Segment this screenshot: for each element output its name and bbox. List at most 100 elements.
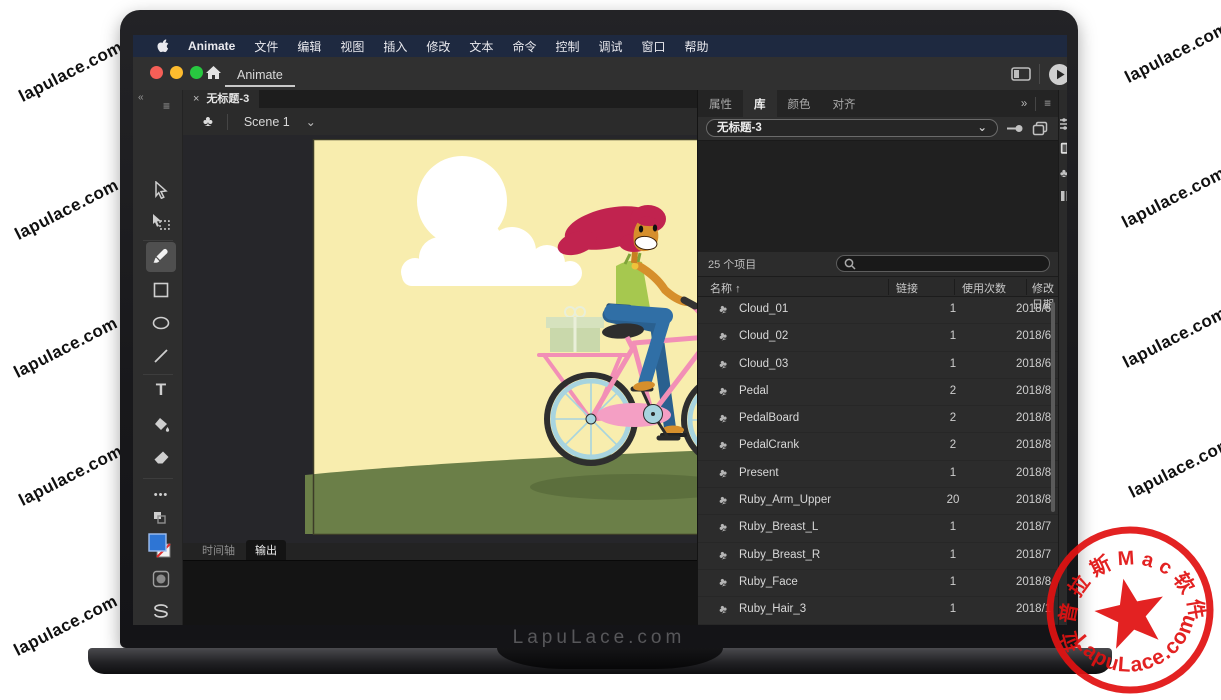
rectangle-tool[interactable]	[146, 275, 176, 305]
column-divider[interactable]	[888, 279, 889, 295]
panel-tab-0[interactable]: 属性	[698, 90, 743, 117]
library-item-row[interactable]: ♣Cloud_0112018/6	[698, 297, 1059, 324]
library-item-row[interactable]: ♣Cloud_0212018/6	[698, 324, 1059, 351]
fill-color-chip[interactable]	[146, 530, 176, 562]
menu-animate[interactable]: Animate	[188, 39, 235, 53]
toolbar-divider	[1039, 64, 1040, 84]
library-item-row[interactable]: ♣Cloud_0312018/6	[698, 352, 1059, 379]
macbook-screen: Animate 文件 编辑 视图 插入 修改 文本 命令 控制 调试 窗口 帮助 Animate ×…	[133, 35, 1067, 625]
library-item-row[interactable]: ♣Ruby_Arm_Upper202018/8	[698, 488, 1059, 515]
text-tool[interactable]: T	[146, 375, 176, 405]
library-scrollbar-thumb[interactable]	[1051, 302, 1055, 512]
library-item-row[interactable]: ♣PedalCrank22018/8	[698, 433, 1059, 460]
menu-item-8[interactable]: 调试	[598, 38, 622, 55]
column-use-count[interactable]: 使用次数	[962, 280, 1006, 296]
item-use-count: 1	[938, 576, 968, 588]
stamp-star-icon	[1089, 571, 1171, 651]
menu-item-1[interactable]: 编辑	[297, 38, 321, 55]
item-use-count: 1	[938, 549, 968, 561]
graphic-symbol-icon: ♣	[717, 301, 729, 317]
panel-tab-2[interactable]: 颜色	[777, 90, 822, 117]
library-item-row[interactable]: ♣Present12018/8	[698, 461, 1059, 488]
library-item-row[interactable]: ♣Pedal22018/8	[698, 379, 1059, 406]
item-name: Ruby_Arm_Upper	[739, 494, 831, 506]
subselection-transform-tool[interactable]	[146, 207, 176, 237]
graphic-symbol-icon: ♣	[717, 492, 729, 508]
menu-item-0[interactable]: 文件	[254, 38, 278, 55]
minimize-traffic-light[interactable]	[170, 66, 183, 79]
menu-item-4[interactable]: 修改	[426, 38, 450, 55]
brush-tool[interactable]	[146, 242, 176, 272]
sliders-panel-icon[interactable]	[1060, 118, 1067, 130]
panel-divider	[1035, 97, 1036, 111]
menu-item-5[interactable]: 文本	[469, 38, 493, 55]
graphic-symbol-icon: ♣	[717, 574, 729, 590]
menu-item-10[interactable]: 帮助	[685, 38, 709, 55]
column-name[interactable]: 名称 ↑	[710, 280, 741, 296]
item-use-count: 1	[938, 521, 968, 533]
scene-clover-icon[interactable]: ♣	[203, 113, 213, 130]
line-tool[interactable]	[146, 341, 176, 371]
item-name: PedalBoard	[739, 412, 799, 424]
bottom-tab-0[interactable]: 时间轴	[193, 540, 244, 560]
snap-to-objects-icon[interactable]	[146, 597, 176, 625]
pin-library-icon[interactable]	[1006, 124, 1024, 133]
object-drawing-mode-icon[interactable]	[146, 564, 176, 594]
item-name: Cloud_01	[739, 303, 788, 315]
library-column-headers: 名称 ↑ 链接 使用次数 修改日期	[698, 276, 1059, 297]
scene-label[interactable]: Scene 1	[244, 115, 290, 129]
stage-pasteboard[interactable]	[183, 135, 697, 543]
library-item-row[interactable]: ♣Ruby_Breast_L12018/7	[698, 515, 1059, 542]
menu-item-6[interactable]: 命令	[512, 38, 536, 55]
more-tools-icon[interactable]: •••	[146, 480, 176, 510]
library-item-row[interactable]: ♣Ruby_Face12018/8	[698, 570, 1059, 597]
item-name: Cloud_03	[739, 358, 788, 370]
output-panel-body	[183, 560, 697, 625]
collapse-panel-icon[interactable]: «	[138, 92, 144, 103]
swap-colors-icon[interactable]	[146, 508, 176, 528]
close-traffic-light[interactable]	[150, 66, 163, 79]
library-search-field[interactable]	[836, 255, 1050, 272]
symbols-dock-icon[interactable]: ♣	[1060, 166, 1067, 180]
column-linkage[interactable]: 链接	[896, 280, 918, 296]
selection-tool[interactable]	[146, 175, 176, 205]
tool-separator	[143, 478, 173, 479]
library-document-select[interactable]: 无标题-3 ⌄	[706, 119, 998, 137]
library-item-row[interactable]: ♣PedalBoard22018/8	[698, 406, 1059, 433]
breadcrumb-divider	[227, 114, 228, 130]
panel-menu-icon[interactable]: ≡	[1044, 98, 1051, 110]
menu-item-7[interactable]: 控制	[555, 38, 579, 55]
paint-bucket-tool[interactable]	[146, 409, 176, 439]
menu-item-9[interactable]: 窗口	[641, 38, 665, 55]
quick-share-play-button[interactable]	[1048, 63, 1067, 86]
menu-item-2[interactable]: 视图	[340, 38, 364, 55]
workspace-layout-icon[interactable]	[1011, 67, 1031, 81]
library-item-row[interactable]: ♣Ruby_Hair_312018/1	[698, 597, 1059, 624]
menu-item-3[interactable]: 插入	[383, 38, 407, 55]
panel-tab-3[interactable]: 对齐	[822, 90, 867, 117]
library-item-row[interactable]: ♣Ruby_Breast_R12018/7	[698, 543, 1059, 570]
scene-chevron-down-icon[interactable]: ⌄	[306, 115, 316, 129]
graphic-symbol-icon: ♣	[717, 520, 729, 536]
document-tab[interactable]: ×无标题-3	[183, 90, 259, 108]
panel-tab-1[interactable]: 库	[743, 90, 777, 117]
library-dock-icon[interactable]	[1060, 142, 1067, 155]
new-library-panel-icon[interactable]	[1032, 121, 1048, 136]
apple-menu-icon[interactable]	[157, 39, 169, 53]
column-divider[interactable]	[1026, 279, 1027, 295]
column-divider[interactable]	[954, 279, 955, 295]
close-document-icon[interactable]: ×	[193, 93, 199, 105]
home-icon[interactable]	[205, 65, 222, 80]
item-use-count: 1	[938, 330, 968, 342]
align-dock-icon[interactable]	[1060, 190, 1067, 202]
rail-menu-icon[interactable]: ≡	[163, 99, 170, 113]
eraser-tool[interactable]	[146, 442, 176, 472]
panel-overflow-icon[interactable]: »	[1021, 98, 1027, 110]
oval-tool[interactable]	[146, 308, 176, 338]
bottom-tab-1[interactable]: 输出	[246, 540, 286, 560]
zoom-traffic-light[interactable]	[190, 66, 203, 79]
item-use-count: 1	[938, 358, 968, 370]
lapulace-stamp-seal: 拉普拉斯Mac软件 LapuLace.com	[1038, 518, 1221, 700]
tab-animate-home[interactable]: Animate	[225, 63, 295, 87]
stage-artwork[interactable]	[273, 139, 697, 535]
